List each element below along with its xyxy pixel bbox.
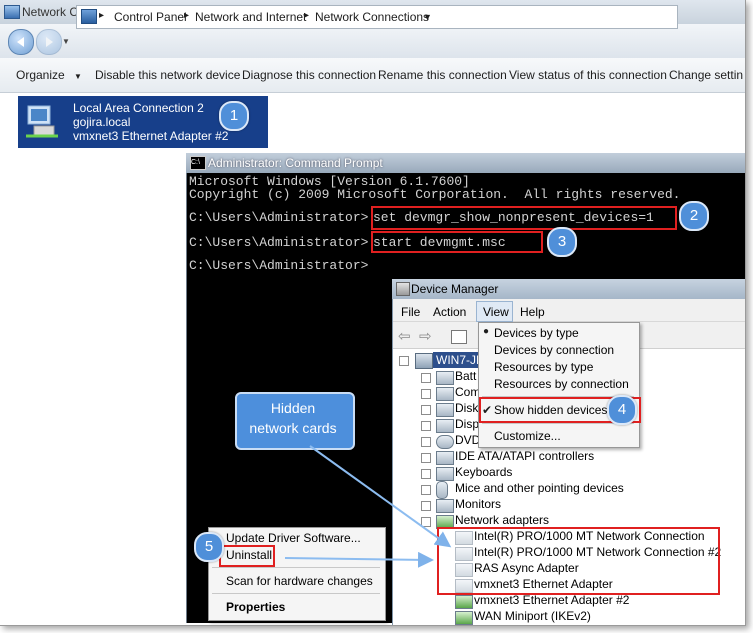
annotation-arrows: [284, 445, 452, 568]
callout-arrow: [309, 445, 452, 548]
uninstall-arrow: [284, 551, 434, 568]
network-connections-window: Network Connections ▼ ▸ Control Panel ▸ …: [0, 0, 746, 626]
